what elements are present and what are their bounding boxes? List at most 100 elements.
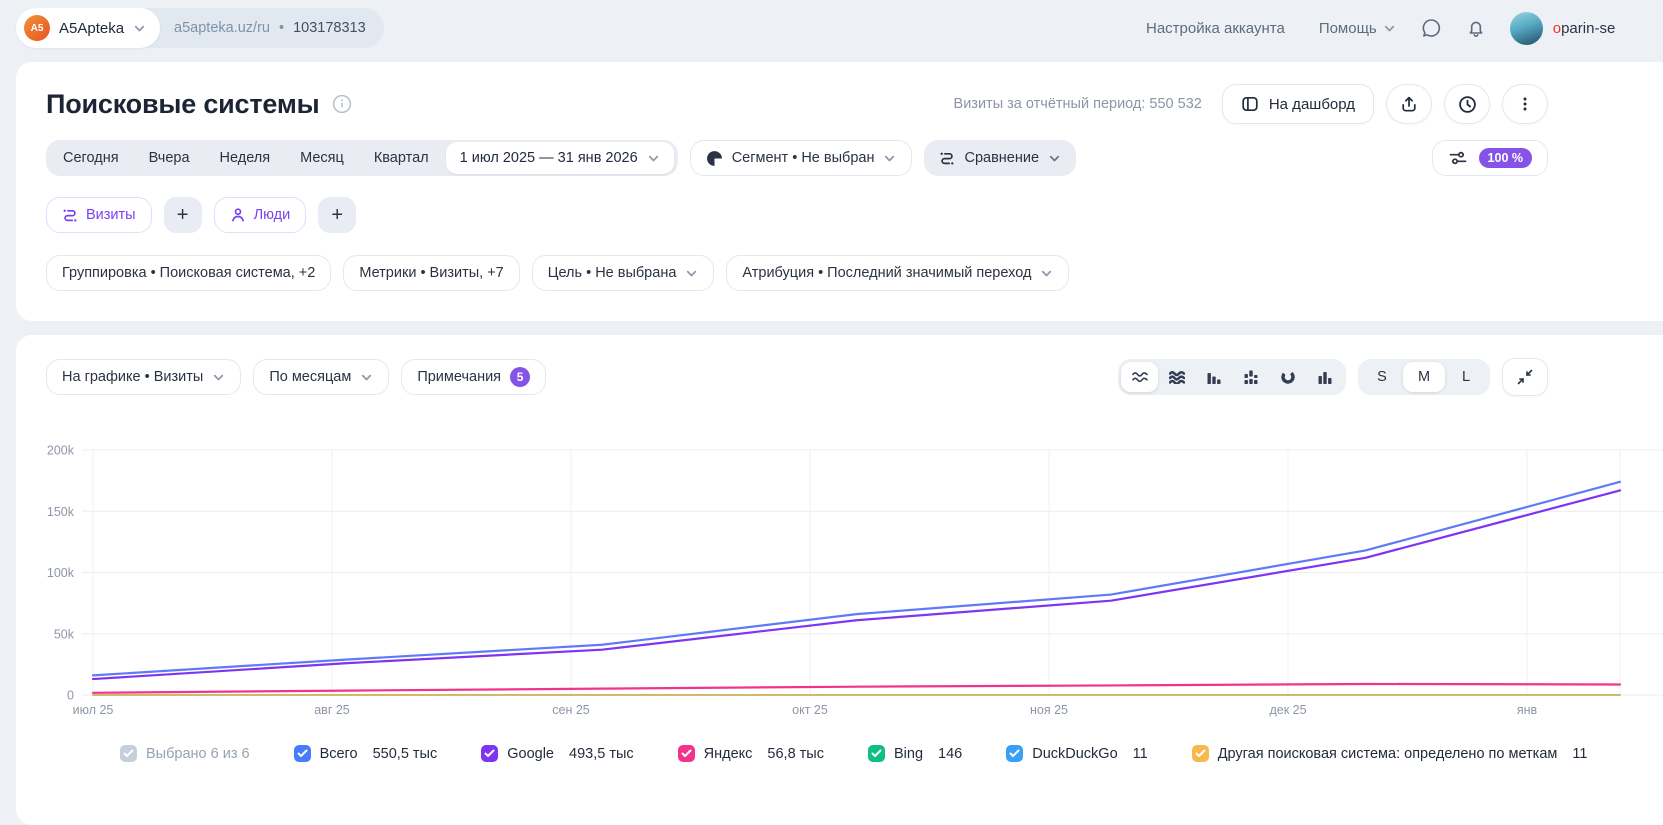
time-grouping-label: По месяцам bbox=[269, 369, 351, 385]
grouping-filter-label: Группировка • Поисковая система, +2 bbox=[62, 265, 315, 281]
tab-quarter[interactable]: Квартал bbox=[359, 140, 444, 176]
collapse-chart-button[interactable] bbox=[1502, 358, 1548, 396]
counter-logo: A5 bbox=[24, 15, 50, 41]
chat-bubble-icon[interactable] bbox=[1420, 17, 1442, 39]
add-visits-metric-button[interactable]: + bbox=[164, 197, 202, 233]
notes-button[interactable]: Примечания 5 bbox=[401, 359, 546, 395]
to-dashboard-label: На дашборд bbox=[1269, 96, 1355, 113]
time-grouping-selector[interactable]: По месяцам bbox=[253, 359, 389, 395]
notes-count-badge: 5 bbox=[510, 367, 530, 387]
chart-type-areas[interactable] bbox=[1158, 362, 1195, 392]
checkbox-bing[interactable] bbox=[868, 745, 885, 762]
dashboard-icon bbox=[1241, 95, 1259, 113]
person-icon bbox=[230, 207, 246, 223]
chart-type-columns[interactable] bbox=[1306, 362, 1343, 392]
period-tabs: Сегодня Вчера Неделя Месяц Квартал 1 июл… bbox=[46, 140, 678, 176]
add-people-metric-button[interactable]: + bbox=[318, 197, 356, 233]
chart-type-stacked-bars[interactable] bbox=[1232, 362, 1269, 392]
chart-card: На графике • Визиты По месяцам Примечани… bbox=[16, 335, 1663, 825]
chart-size-l[interactable]: L bbox=[1445, 362, 1487, 392]
counter-switcher-main[interactable]: A5 A5Apteka bbox=[16, 8, 160, 48]
help-label: Помощь bbox=[1319, 20, 1377, 37]
site-link[interactable]: a5apteka.uz/ru bbox=[174, 20, 270, 36]
checkbox-total[interactable] bbox=[294, 745, 311, 762]
avatar[interactable] bbox=[1510, 12, 1543, 45]
chevron-down-icon bbox=[647, 152, 660, 165]
history-button[interactable] bbox=[1444, 84, 1490, 124]
checkbox-select-all[interactable] bbox=[120, 745, 137, 762]
on-chart-label: На графике • Визиты bbox=[62, 369, 203, 385]
grouping-filter-chip[interactable]: Группировка • Поисковая система, +2 bbox=[46, 255, 331, 291]
goal-filter-chip[interactable]: Цель • Не выбрана bbox=[532, 255, 715, 291]
date-range-selector[interactable]: 1 июл 2025 — 31 янв 2026 bbox=[446, 142, 674, 174]
counter-switcher[interactable]: A5 A5Apteka a5apteka.uz/ru • 103178313 bbox=[16, 8, 384, 48]
report-header-card: Поисковые системы Визиты за отчётный пер… bbox=[16, 62, 1663, 321]
legend-item-google: Google 493,5 тыс bbox=[481, 745, 633, 762]
legend-name[interactable]: DuckDuckGo bbox=[1032, 746, 1117, 762]
on-chart-selector[interactable]: На графике • Визиты bbox=[46, 359, 241, 395]
legend-name[interactable]: Яндекс bbox=[704, 746, 753, 762]
svg-text:200k: 200k bbox=[47, 444, 75, 458]
chevron-down-icon bbox=[883, 152, 896, 165]
chart-size-s[interactable]: S bbox=[1361, 362, 1403, 392]
people-metric-button[interactable]: Люди bbox=[214, 197, 307, 233]
notes-label: Примечания bbox=[417, 369, 501, 385]
visits-metric-label: Визиты bbox=[86, 207, 136, 223]
checkbox-duckduckgo[interactable] bbox=[1006, 745, 1023, 762]
svg-text:июл 25: июл 25 bbox=[73, 703, 114, 717]
sampling-button[interactable]: 100 % bbox=[1432, 140, 1548, 176]
username[interactable]: oparin-se bbox=[1553, 20, 1616, 37]
visits-line-chart[interactable]: 050k100k150k200kиюл 25авг 25сен 25окт 25… bbox=[16, 437, 1663, 729]
tab-today[interactable]: Сегодня bbox=[48, 140, 134, 176]
comparison-selector[interactable]: Сравнение bbox=[924, 140, 1076, 176]
checkbox-yandex[interactable] bbox=[678, 745, 695, 762]
chart-legend: Выбрано 6 из 6 Всего 550,5 тыс Google 49… bbox=[120, 745, 1663, 762]
legend-name[interactable]: Bing bbox=[894, 746, 923, 762]
info-icon[interactable] bbox=[332, 94, 352, 114]
counter-meta: a5apteka.uz/ru • 103178313 bbox=[160, 20, 384, 36]
segment-selector[interactable]: Сегмент • Не выбран bbox=[690, 140, 913, 176]
tab-week[interactable]: Неделя bbox=[205, 140, 286, 176]
sampling-badge: 100 % bbox=[1479, 148, 1532, 168]
svg-text:янв: янв bbox=[1517, 703, 1538, 717]
dot-separator: • bbox=[279, 20, 284, 36]
legend-select-all[interactable]: Выбрано 6 из 6 bbox=[120, 745, 250, 762]
legend-value: 146 bbox=[938, 746, 962, 762]
chart-type-bars[interactable] bbox=[1195, 362, 1232, 392]
help-menu[interactable]: Помощь bbox=[1319, 20, 1396, 37]
export-button[interactable] bbox=[1386, 84, 1432, 124]
segment-label: Сегмент • Не выбран bbox=[732, 150, 875, 166]
legend-item-yandex: Яндекс 56,8 тыс bbox=[678, 745, 824, 762]
legend-name[interactable]: Всего bbox=[320, 746, 358, 762]
bell-icon[interactable] bbox=[1466, 18, 1486, 39]
checkbox-other[interactable] bbox=[1192, 745, 1209, 762]
legend-name[interactable]: Google bbox=[507, 746, 554, 762]
people-metric-label: Люди bbox=[254, 207, 291, 223]
visits-metric-button[interactable]: Визиты bbox=[46, 197, 152, 233]
svg-text:ноя 25: ноя 25 bbox=[1030, 703, 1068, 717]
checkbox-google[interactable] bbox=[481, 745, 498, 762]
legend-item-total: Всего 550,5 тыс bbox=[294, 745, 438, 762]
chart-size-m[interactable]: M bbox=[1403, 362, 1445, 392]
attribution-filter-chip[interactable]: Атрибуция • Последний значимый переход bbox=[726, 255, 1069, 291]
account-settings-link[interactable]: Настройка аккаунта bbox=[1146, 20, 1285, 37]
topbar: A5 A5Apteka a5apteka.uz/ru • 103178313 Н… bbox=[0, 0, 1663, 56]
segment-pie-icon bbox=[706, 150, 723, 167]
sliders-icon bbox=[1448, 149, 1468, 167]
to-dashboard-button[interactable]: На дашборд bbox=[1222, 84, 1374, 124]
chart-type-lines[interactable] bbox=[1121, 362, 1158, 392]
visits-period-summary: Визиты за отчётный период: 550 532 bbox=[954, 96, 1202, 112]
counter-id: 103178313 bbox=[293, 20, 366, 36]
legend-item-duckduckgo: DuckDuckGo 11 bbox=[1006, 745, 1147, 762]
share-icon bbox=[1400, 95, 1418, 113]
legend-name[interactable]: Другая поисковая система: определено по … bbox=[1218, 746, 1558, 762]
chevron-down-icon bbox=[212, 371, 225, 384]
svg-text:50k: 50k bbox=[54, 627, 75, 641]
metrics-filter-chip[interactable]: Метрики • Визиты, +7 bbox=[343, 255, 519, 291]
more-menu-button[interactable] bbox=[1502, 84, 1548, 124]
chart-type-pie[interactable] bbox=[1269, 362, 1306, 392]
page-title: Поисковые системы bbox=[46, 89, 319, 120]
tab-yesterday[interactable]: Вчера bbox=[134, 140, 205, 176]
legend-value: 493,5 тыс bbox=[569, 746, 634, 762]
tab-month[interactable]: Месяц bbox=[285, 140, 359, 176]
